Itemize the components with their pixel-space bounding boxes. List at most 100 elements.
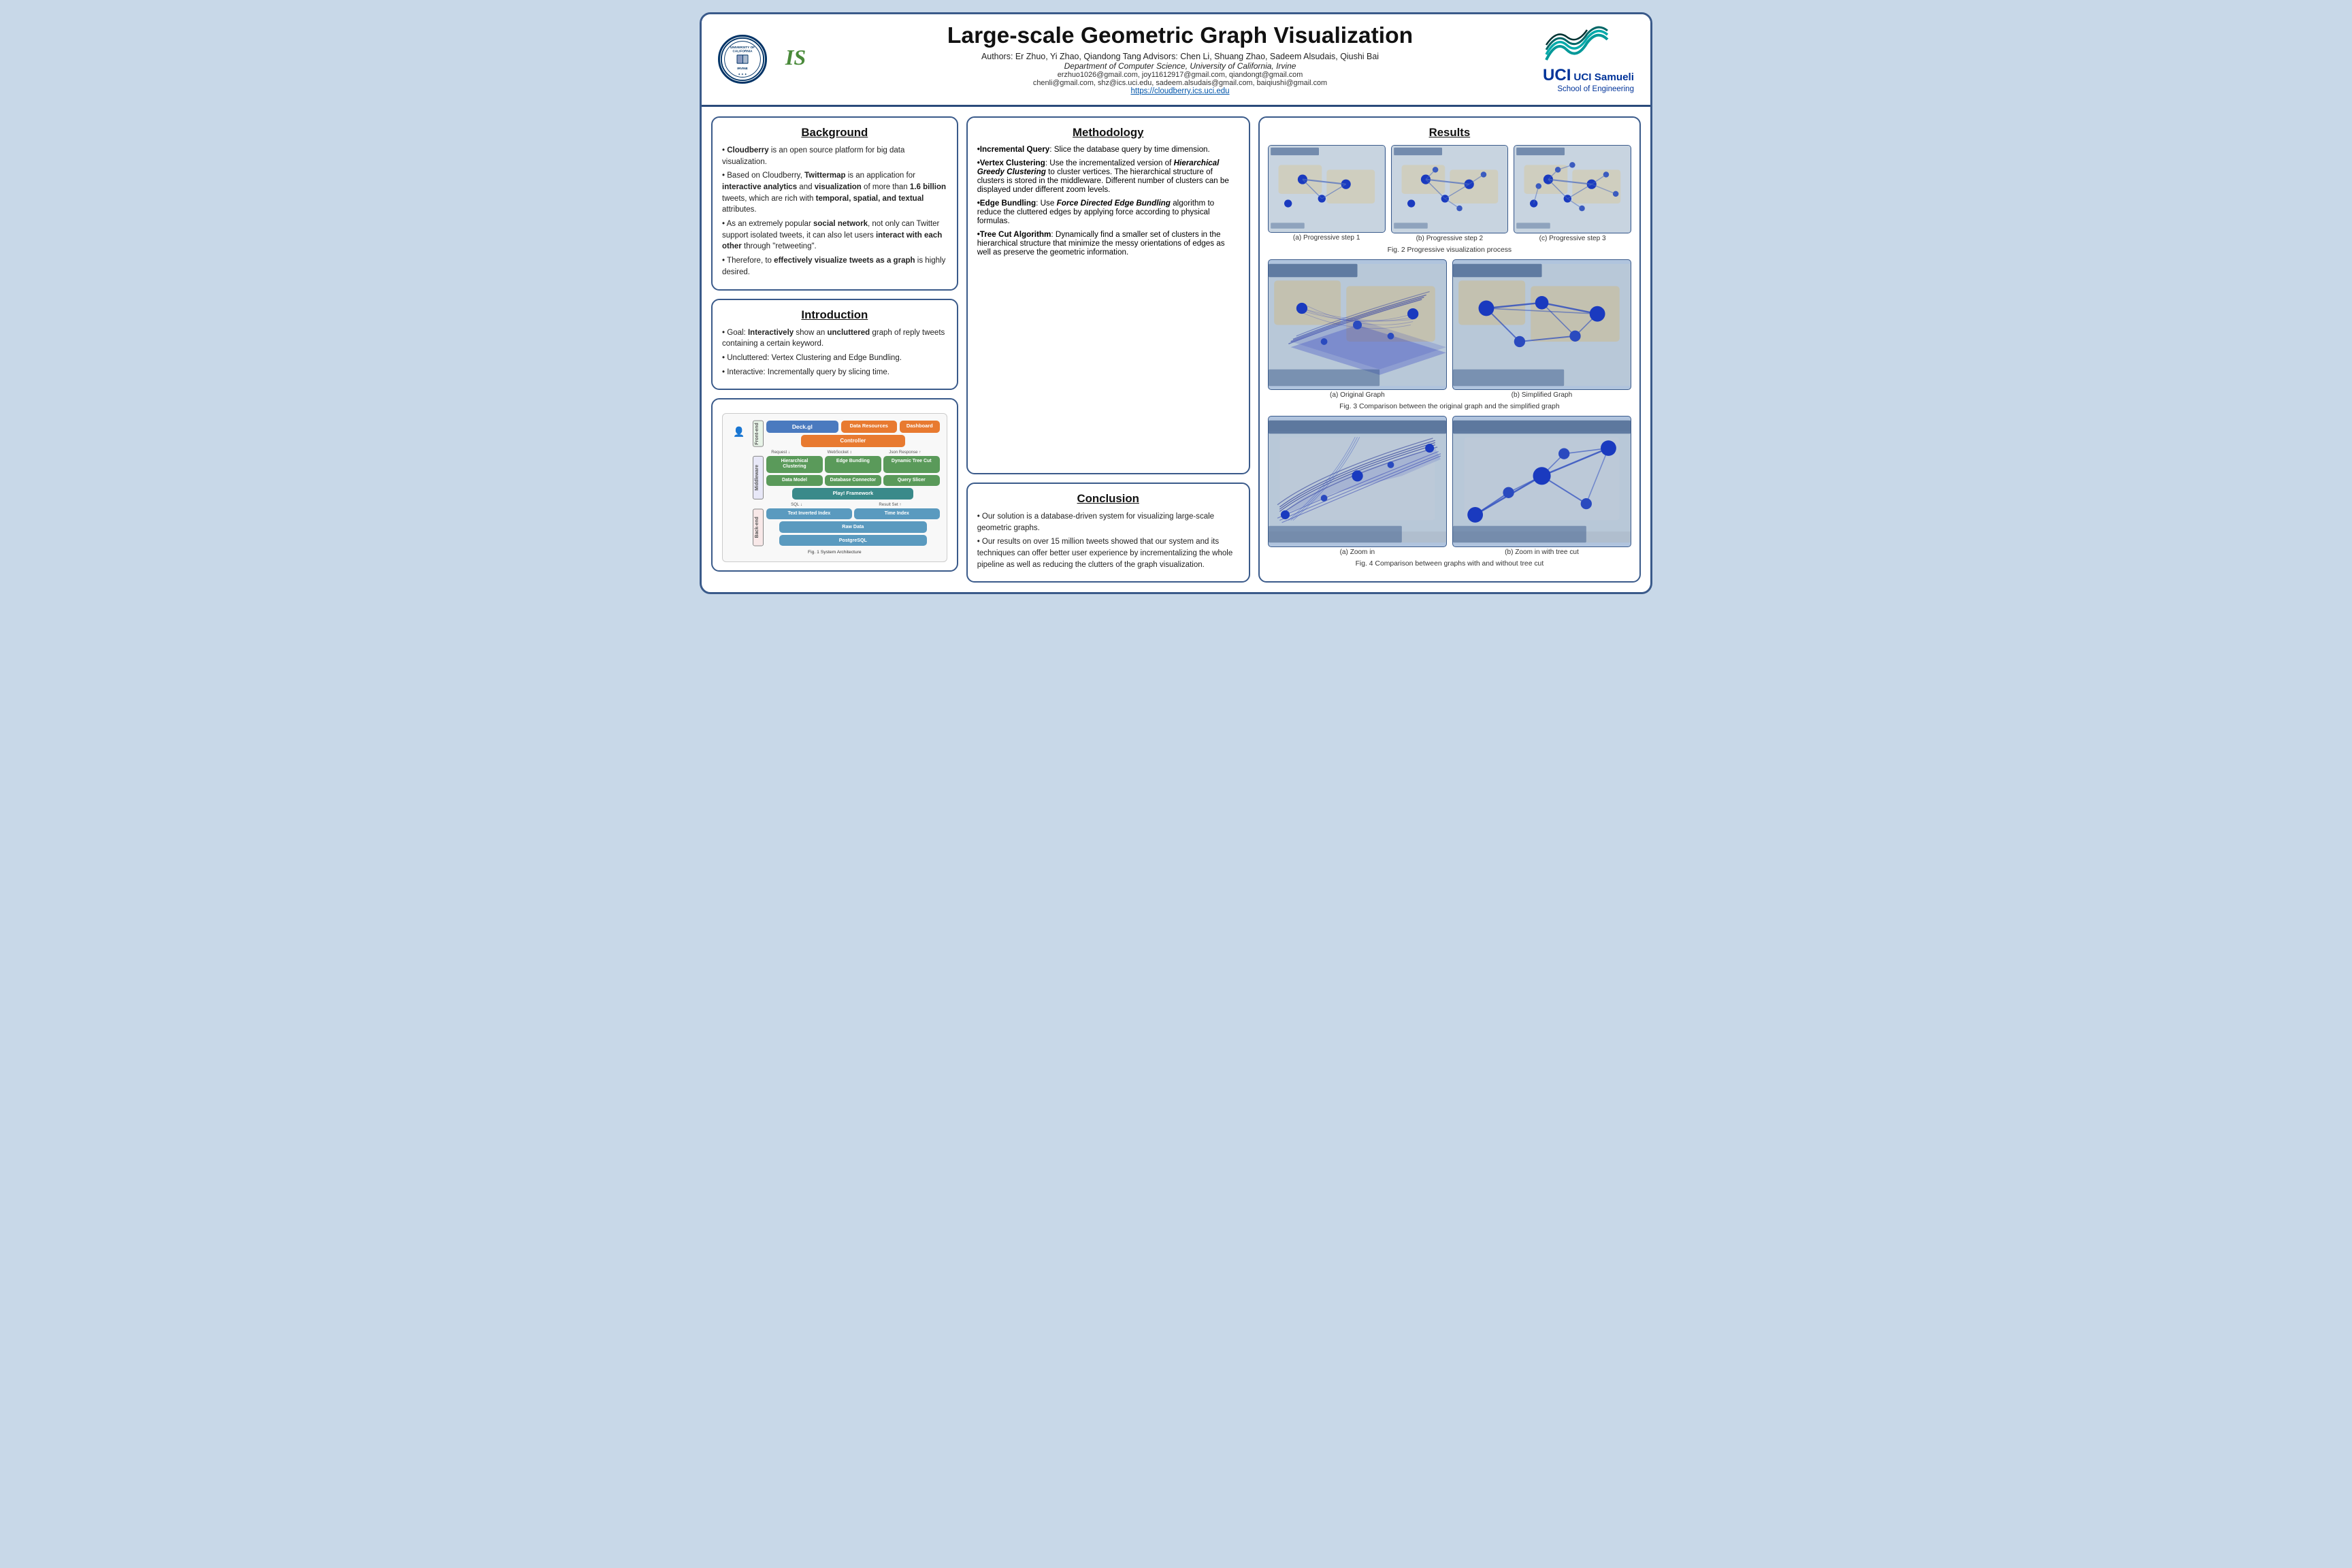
frontend-label: Front-end	[753, 421, 764, 447]
fig3-simplified-container: (b) Simplified Graph	[1452, 259, 1631, 399]
fig2-step3-caption: (c) Progressive step 3	[1514, 235, 1631, 242]
introduction-list: Goal: Interactively show an uncluttered …	[722, 327, 947, 378]
dashboard-box: Dashboard	[900, 421, 940, 433]
conc-item-1: Our solution is a database-driven system…	[977, 511, 1239, 534]
user-icon: 👤	[733, 426, 745, 438]
middleware-label: Middleware	[753, 456, 764, 500]
fig2-step1-img	[1268, 145, 1386, 233]
fig3-orig-container: (a) Original Graph	[1268, 259, 1447, 399]
poster-title: Large-scale Geometric Graph Visualizatio…	[830, 24, 1531, 49]
fig4-zoomtree-img	[1452, 416, 1631, 547]
conclusion-list: Our solution is a database-driven system…	[977, 511, 1239, 570]
fig2-step3-img	[1514, 145, 1631, 233]
svg-text:CALIFORNIA: CALIFORNIA	[733, 50, 753, 53]
play-framework-box: Play! Framework	[792, 488, 913, 500]
bg-item-1: Cloudberry is an open source platform fo…	[722, 145, 947, 167]
method-item-3: •Edge Bundling: Use Force Directed Edge …	[977, 199, 1239, 225]
background-list: Cloudberry is an open source platform fo…	[722, 145, 947, 278]
fig3-simplified-caption: (b) Simplified Graph	[1452, 391, 1631, 399]
data-resources-box: Data Resources	[841, 421, 897, 433]
uci-samueli-logo: UCI UCI Samueli School of Engineering	[1543, 26, 1634, 93]
intro-item-2: Uncluttered: Vertex Clustering and Edge …	[722, 353, 947, 364]
header-logos: UNIVERSITY OF CALIFORNIA IRVINE ✦ ✦ ✦ IS	[718, 35, 817, 84]
fig4-zoomtree-caption: (b) Zoom in with tree cut	[1452, 549, 1631, 556]
text-inv-index-box: Text Inverted Index	[766, 508, 852, 519]
background-section: Background Cloudberry is an open source …	[711, 116, 958, 291]
query-slicer-box: Query Slicer	[883, 475, 940, 486]
fig3-description: Fig. 3 Comparison between the original g…	[1268, 403, 1631, 410]
fig2-grid: (a) Progressive step 1	[1268, 145, 1631, 242]
fig2-step1-caption: (a) Progressive step 1	[1268, 234, 1386, 242]
method-item-4: •Tree Cut Algorithm: Dynamically find a …	[977, 230, 1239, 257]
main-content: Background Cloudberry is an open source …	[702, 107, 1650, 592]
emails-line1: erzhuo1026@gmail.com, joy11612917@gmail.…	[830, 71, 1531, 79]
methodology-section: Methodology •Incremental Query: Slice th…	[966, 116, 1250, 474]
bg-item-3: As an extremely popular social network, …	[722, 218, 947, 252]
method-item-2: •Vertex Clustering: Use the incrementali…	[977, 159, 1239, 194]
fig3-orig-img	[1268, 259, 1447, 391]
method-item-1: •Incremental Query: Slice the database q…	[977, 145, 1239, 154]
fig3-grid: (a) Original Graph	[1268, 259, 1631, 399]
fig4-zoomin-caption: (a) Zoom in	[1268, 549, 1447, 556]
deckgl-box: Deck.gl	[766, 421, 838, 433]
time-index-box: Time Index	[854, 508, 940, 519]
fig2-step2-img	[1391, 145, 1509, 233]
background-title: Background	[722, 126, 947, 140]
uci-seal: UNIVERSITY OF CALIFORNIA IRVINE ✦ ✦ ✦	[718, 35, 767, 84]
dynamic-tree-cut-box: Dynamic Tree Cut	[883, 456, 940, 473]
school-name: School of Engineering	[1543, 85, 1634, 93]
fig4-zoomtree-container: (b) Zoom in with tree cut	[1452, 416, 1631, 556]
backend-label: Back-end	[753, 508, 764, 546]
results-section: Results	[1258, 116, 1641, 583]
ics-logo: IS	[774, 37, 817, 81]
website-url[interactable]: https://cloudberry.ics.uci.edu	[830, 87, 1531, 95]
header-center: Large-scale Geometric Graph Visualizatio…	[830, 24, 1531, 95]
methodology-title: Methodology	[977, 126, 1239, 140]
fig4-zoomin-container: (a) Zoom in	[1268, 416, 1447, 556]
conc-item-2: Our results on over 15 million tweets sh…	[977, 536, 1239, 570]
bg-item-2: Based on Cloudberry, Twittermap is an ap…	[722, 170, 947, 216]
conclusion-section: Conclusion Our solution is a database-dr…	[966, 483, 1250, 583]
right-column: Results	[1258, 116, 1641, 583]
samueli-waves	[1543, 26, 1634, 63]
conclusion-title: Conclusion	[977, 492, 1239, 506]
left-column: Background Cloudberry is an open source …	[711, 116, 958, 583]
fig2-step2-container: (b) Progressive step 2	[1391, 145, 1509, 242]
sql-arrows: SQL ↓ Result Set ↑	[753, 502, 940, 507]
svg-text:IS: IS	[785, 45, 806, 69]
fig3-orig-caption: (a) Original Graph	[1268, 391, 1447, 399]
architecture-diagram: 👤 Front-end Deck.gl Data Resources	[722, 413, 947, 562]
introduction-title: Introduction	[722, 308, 947, 322]
raw-data-box: Raw Data	[779, 521, 926, 533]
samueli-brand: UCI Samueli	[1573, 71, 1634, 83]
emails-line2: chenli@gmail.com, shz@ics.uci.edu, sadee…	[830, 79, 1531, 87]
bg-item-4: Therefore, to effectively visualize twee…	[722, 255, 947, 278]
fig2-step3-container: (c) Progressive step 3	[1514, 145, 1631, 242]
fig2-step2-caption: (b) Progressive step 2	[1391, 235, 1509, 242]
authors-line: Authors: Er Zhuo, Yi Zhao, Qiandong Tang…	[830, 52, 1531, 61]
fig2-step1-container: (a) Progressive step 1	[1268, 145, 1386, 242]
svg-text:IRVINE: IRVINE	[737, 67, 748, 71]
controller-box: Controller	[801, 435, 905, 447]
fig4-grid: (a) Zoom in	[1268, 416, 1631, 556]
fig4-description: Fig. 4 Comparison between graphs with an…	[1268, 560, 1631, 568]
fig2-description: Fig. 2 Progressive visualization process	[1268, 246, 1631, 254]
poster-container: UNIVERSITY OF CALIFORNIA IRVINE ✦ ✦ ✦ IS	[700, 12, 1652, 594]
fig4-zoomin-img	[1268, 416, 1447, 547]
db-connector-box: Database Connector	[825, 475, 881, 486]
svg-text:✦ ✦ ✦: ✦ ✦ ✦	[738, 73, 747, 76]
header: UNIVERSITY OF CALIFORNIA IRVINE ✦ ✦ ✦ IS	[702, 14, 1650, 107]
arch-arrows: Request ↓ WebSocket ↕ Json Response ↑	[753, 450, 940, 455]
architecture-section: 👤 Front-end Deck.gl Data Resources	[711, 398, 958, 572]
data-model-box: Data Model	[766, 475, 823, 486]
fig3-simplified-img	[1452, 259, 1631, 391]
uci-brand: UCI	[1543, 66, 1571, 85]
svg-text:UNIVERSITY OF: UNIVERSITY OF	[730, 46, 755, 49]
introduction-section: Introduction Goal: Interactively show an…	[711, 299, 958, 391]
edge-bundling-box: Edge Bundling	[825, 456, 881, 473]
hier-clust-box: Hierarchical Clustering	[766, 456, 823, 473]
intro-item-1: Goal: Interactively show an uncluttered …	[722, 327, 947, 350]
department: Department of Computer Science, Universi…	[830, 61, 1531, 71]
fig1-caption: Fig. 1 System Architecture	[730, 550, 940, 555]
middle-column: Methodology •Incremental Query: Slice th…	[966, 116, 1250, 583]
